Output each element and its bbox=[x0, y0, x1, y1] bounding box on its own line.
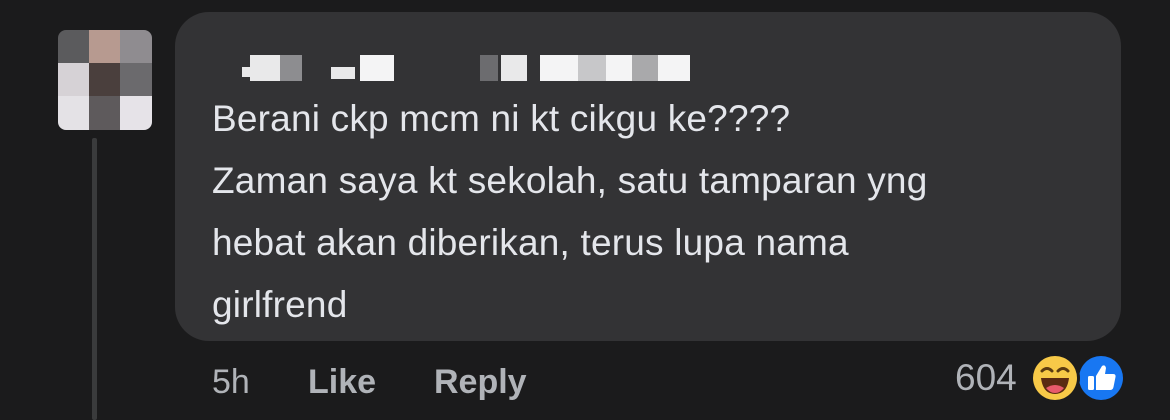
comment-line: Zaman saya kt sekolah, satu tamparan yng bbox=[212, 160, 928, 201]
reaction-count[interactable]: 604 bbox=[955, 357, 1017, 399]
comment-text: Berani ckp mcm ni kt cikgu ke???? Zaman … bbox=[212, 88, 1102, 336]
timestamp[interactable]: 5h bbox=[212, 363, 308, 402]
avatar[interactable] bbox=[58, 30, 152, 130]
haha-reaction-icon bbox=[1029, 352, 1081, 404]
comment-line: Berani ckp mcm ni kt cikgu ke???? bbox=[212, 98, 791, 139]
like-button[interactable]: Like bbox=[308, 363, 434, 402]
author-name-redacted[interactable] bbox=[213, 55, 693, 81]
thread-line bbox=[92, 138, 97, 420]
reply-button[interactable]: Reply bbox=[434, 363, 527, 402]
comment-line: hebat akan diberikan, terus lupa nama bbox=[212, 222, 849, 263]
comment-actions: 5h Like Reply bbox=[212, 360, 527, 404]
reactions-summary[interactable]: 604 bbox=[955, 350, 1127, 406]
comment-line: girlfrend bbox=[212, 284, 348, 325]
comment-screen: Berani ckp mcm ni kt cikgu ke???? Zaman … bbox=[0, 0, 1170, 420]
like-reaction-icon bbox=[1075, 352, 1127, 404]
